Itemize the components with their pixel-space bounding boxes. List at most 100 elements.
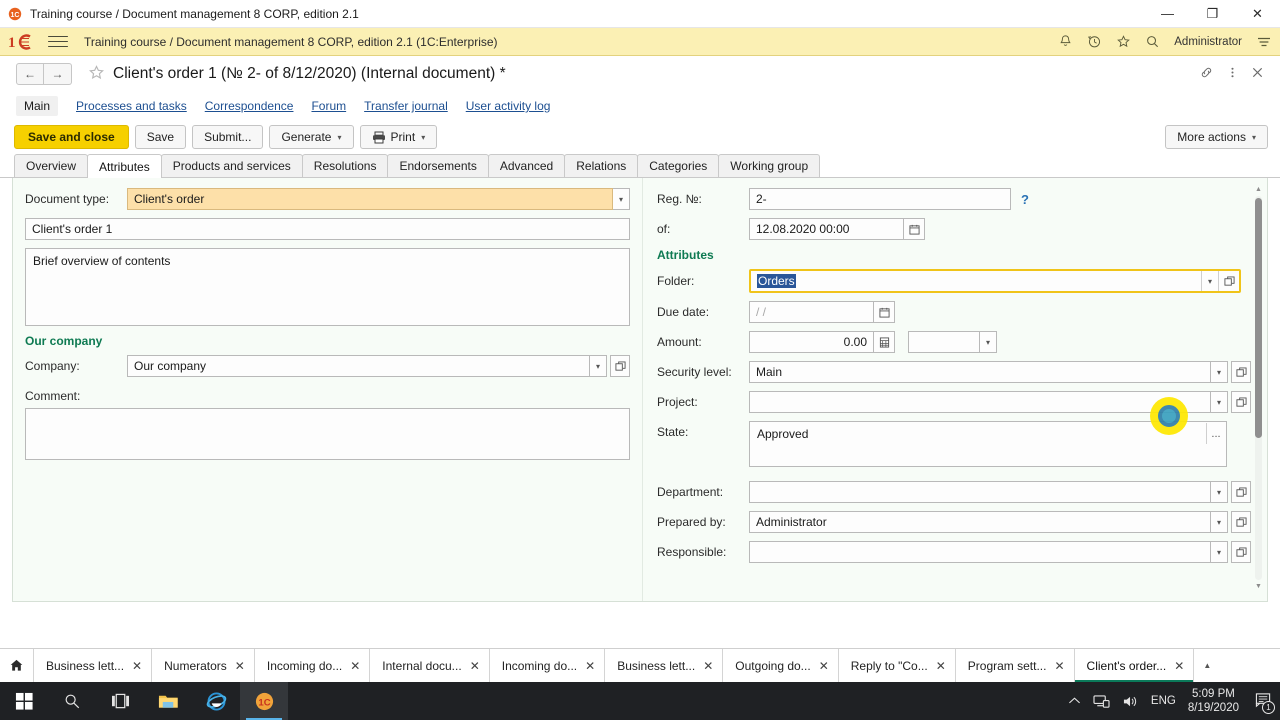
navlink-user-activity-log[interactable]: User activity log bbox=[466, 99, 551, 113]
back-button[interactable]: ← bbox=[16, 63, 44, 85]
window-tabs-more-icon[interactable]: ▲ bbox=[1194, 649, 1220, 682]
add-to-favorites-star-icon[interactable] bbox=[88, 64, 105, 84]
maximize-button[interactable]: ❐ bbox=[1190, 0, 1235, 28]
generate-button[interactable]: Generate ▾ bbox=[269, 125, 354, 149]
close-icon[interactable]: ✕ bbox=[936, 659, 946, 673]
navlink-main[interactable]: Main bbox=[16, 96, 59, 116]
tab-advanced[interactable]: Advanced bbox=[487, 154, 566, 177]
forward-button[interactable]: → bbox=[44, 63, 72, 85]
scrollbar-thumb[interactable] bbox=[1255, 198, 1262, 438]
window-tab-clients-order[interactable]: Client's order... ✕ bbox=[1074, 649, 1195, 682]
tab-categories[interactable]: Categories bbox=[637, 154, 720, 177]
document-type-chevron-down-icon[interactable]: ▾ bbox=[613, 188, 630, 210]
close-icon[interactable]: ✕ bbox=[703, 659, 713, 673]
volume-icon[interactable] bbox=[1122, 694, 1139, 709]
close-button[interactable]: ✕ bbox=[1235, 0, 1280, 28]
overview-textarea[interactable]: Brief overview of contents bbox=[25, 248, 630, 326]
print-button[interactable]: Print ▾ bbox=[359, 125, 438, 149]
department-chevron-down-icon[interactable]: ▾ bbox=[1211, 481, 1228, 503]
tab-overview[interactable]: Overview bbox=[14, 154, 89, 177]
of-date-calendar-icon[interactable] bbox=[904, 218, 925, 240]
company-chevron-down-icon[interactable]: ▾ bbox=[590, 355, 607, 377]
window-tab-numerators[interactable]: Numerators ✕ bbox=[152, 649, 255, 682]
form-scrollbar[interactable]: ▲ ▼ bbox=[1252, 184, 1265, 592]
project-chevron-down-icon[interactable]: ▾ bbox=[1211, 391, 1228, 413]
close-icon[interactable]: ✕ bbox=[470, 659, 480, 673]
close-icon[interactable]: ✕ bbox=[1174, 659, 1184, 673]
window-tab-business-letter-2[interactable]: Business lett... ✕ bbox=[605, 649, 724, 682]
minimize-button[interactable]: — bbox=[1145, 0, 1190, 28]
language-indicator[interactable]: ENG bbox=[1151, 695, 1176, 707]
more-vertical-icon[interactable] bbox=[1230, 65, 1235, 83]
main-menu-icon[interactable] bbox=[48, 32, 68, 51]
reg-no-input[interactable]: 2- bbox=[749, 188, 1011, 210]
prepared-by-input[interactable]: Administrator bbox=[749, 511, 1211, 533]
tab-endorsements[interactable]: Endorsements bbox=[387, 154, 489, 177]
window-tab-incoming-document-2[interactable]: Incoming do... ✕ bbox=[490, 649, 606, 682]
close-icon[interactable]: ✕ bbox=[585, 659, 595, 673]
company-input[interactable]: Our company bbox=[127, 355, 590, 377]
tab-working-group[interactable]: Working group bbox=[718, 154, 821, 177]
current-user-label[interactable]: Administrator bbox=[1174, 36, 1242, 48]
save-and-close-button[interactable]: Save and close bbox=[14, 125, 129, 149]
close-document-icon[interactable] bbox=[1251, 66, 1264, 82]
comment-textarea[interactable] bbox=[25, 408, 630, 460]
department-open-icon[interactable] bbox=[1231, 481, 1251, 503]
of-date-input[interactable]: 12.08.2020 00:00 bbox=[749, 218, 904, 240]
folder-chevron-down-icon[interactable]: ▾ bbox=[1201, 271, 1218, 291]
notifications-bell-icon[interactable] bbox=[1058, 34, 1073, 49]
folder-open-icon[interactable] bbox=[1218, 271, 1239, 291]
folder-field-focused[interactable]: Orders ▾ bbox=[749, 269, 1241, 293]
window-tab-incoming-document-1[interactable]: Incoming do... ✕ bbox=[255, 649, 371, 682]
tab-resolutions[interactable]: Resolutions bbox=[301, 154, 389, 177]
state-textarea[interactable]: Approved ... bbox=[749, 421, 1227, 467]
submit-button[interactable]: Submit... bbox=[192, 125, 264, 149]
tab-relations[interactable]: Relations bbox=[564, 154, 639, 177]
window-tab-outgoing-document[interactable]: Outgoing do... ✕ bbox=[723, 649, 839, 682]
clock[interactable]: 5:09 PM 8/19/2020 bbox=[1188, 687, 1239, 715]
chevron-up-icon[interactable] bbox=[1068, 696, 1081, 706]
security-level-chevron-down-icon[interactable]: ▾ bbox=[1211, 361, 1228, 383]
responsible-chevron-down-icon[interactable]: ▾ bbox=[1211, 541, 1228, 563]
close-icon[interactable]: ✕ bbox=[350, 659, 360, 673]
project-input[interactable] bbox=[749, 391, 1211, 413]
network-icon[interactable] bbox=[1093, 694, 1110, 709]
window-tab-business-letter-1[interactable]: Business lett... ✕ bbox=[34, 649, 153, 682]
task-view-icon[interactable] bbox=[96, 682, 144, 720]
history-clock-icon[interactable] bbox=[1087, 34, 1102, 49]
window-tab-reply-to-correspondence[interactable]: Reply to "Co... ✕ bbox=[839, 649, 956, 682]
internet-explorer-icon[interactable] bbox=[192, 682, 240, 720]
navlink-correspondence[interactable]: Correspondence bbox=[205, 99, 294, 113]
save-button[interactable]: Save bbox=[134, 125, 187, 149]
link-icon[interactable] bbox=[1199, 65, 1214, 83]
help-icon[interactable]: ? bbox=[1021, 192, 1029, 207]
navlink-processes-and-tasks[interactable]: Processes and tasks bbox=[76, 99, 187, 113]
close-icon[interactable]: ✕ bbox=[132, 659, 142, 673]
file-explorer-icon[interactable] bbox=[144, 682, 192, 720]
taskbar-search-icon[interactable] bbox=[48, 682, 96, 720]
tab-attributes[interactable]: Attributes bbox=[87, 154, 162, 178]
scroll-up-icon[interactable]: ▲ bbox=[1252, 184, 1265, 195]
tab-products-and-services[interactable]: Products and services bbox=[160, 154, 303, 177]
prepared-by-chevron-down-icon[interactable]: ▾ bbox=[1211, 511, 1228, 533]
navlink-transfer-journal[interactable]: Transfer journal bbox=[364, 99, 448, 113]
window-tab-program-settings[interactable]: Program sett... ✕ bbox=[956, 649, 1075, 682]
window-tab-internal-document[interactable]: Internal docu... ✕ bbox=[370, 649, 490, 682]
security-level-open-icon[interactable] bbox=[1231, 361, 1251, 383]
close-icon[interactable]: ✕ bbox=[1054, 659, 1064, 673]
amount-input[interactable]: 0.00 bbox=[749, 331, 874, 353]
search-icon[interactable] bbox=[1145, 34, 1160, 49]
security-level-input[interactable]: Main bbox=[749, 361, 1211, 383]
prepared-by-open-icon[interactable] bbox=[1231, 511, 1251, 533]
document-name-input[interactable]: Client's order 1 bbox=[25, 218, 630, 240]
amount-calculator-icon[interactable] bbox=[874, 331, 895, 353]
document-type-input[interactable]: Client's order bbox=[127, 188, 613, 210]
folder-input[interactable]: Orders bbox=[751, 271, 1201, 291]
appbar-menu-icon[interactable] bbox=[1256, 35, 1272, 49]
scroll-down-icon[interactable]: ▼ bbox=[1252, 581, 1265, 592]
navlink-forum[interactable]: Forum bbox=[311, 99, 346, 113]
favorites-star-icon[interactable] bbox=[1116, 34, 1131, 49]
project-open-icon[interactable] bbox=[1231, 391, 1251, 413]
action-center-icon[interactable]: 1 bbox=[1251, 692, 1275, 714]
department-input[interactable] bbox=[749, 481, 1211, 503]
